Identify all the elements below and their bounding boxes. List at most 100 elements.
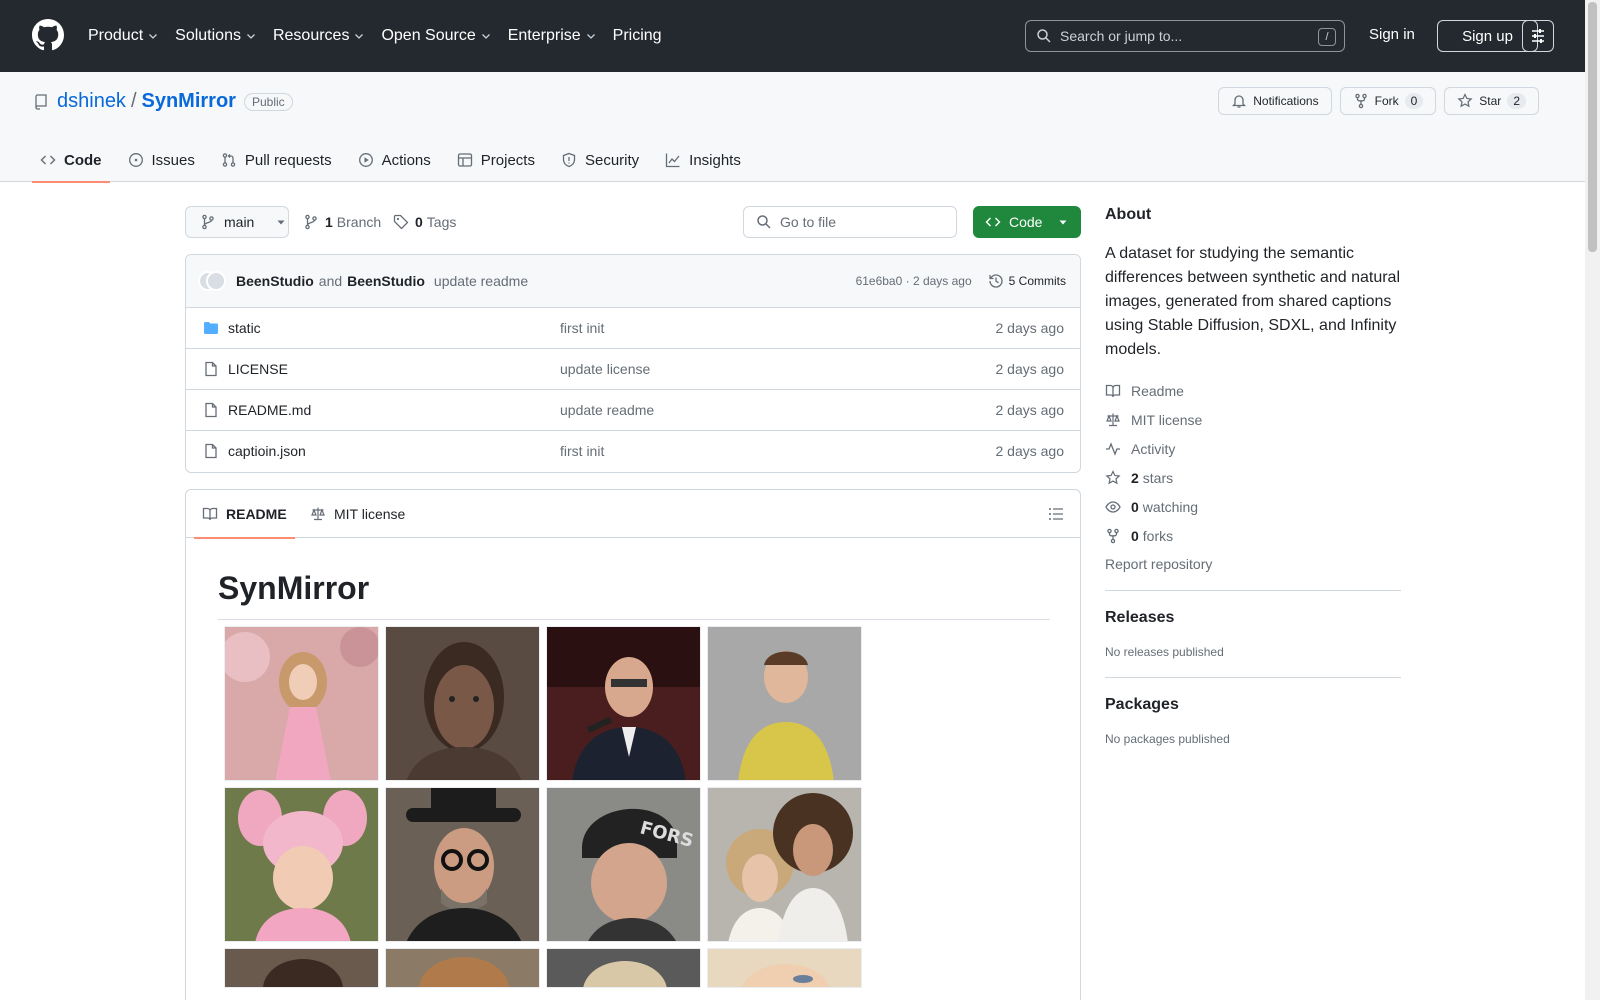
avatar[interactable] bbox=[206, 271, 226, 291]
file-icon bbox=[205, 443, 217, 459]
file-name-link[interactable]: README.md bbox=[228, 402, 311, 418]
commit-hash-time[interactable]: 61e6ba0 · 2 days ago bbox=[856, 274, 972, 288]
table-row[interactable]: LICENSE update license 2 days ago bbox=[186, 349, 1080, 390]
photo-man-microphone[interactable] bbox=[546, 626, 701, 781]
nav-solutions[interactable]: Solutions bbox=[175, 22, 257, 50]
history-icon bbox=[989, 274, 1003, 288]
scrollbar-thumb[interactable] bbox=[1588, 2, 1597, 252]
code-dropdown-button[interactable]: Code bbox=[973, 206, 1081, 238]
repo-name-link[interactable]: SynMirror bbox=[142, 90, 236, 113]
code-button-label: Code bbox=[1009, 214, 1043, 230]
branch-name: main bbox=[224, 214, 255, 230]
license-link[interactable]: MIT license bbox=[1105, 405, 1401, 434]
commits-history-link[interactable]: 5 Commits bbox=[988, 273, 1066, 289]
nav-open-source[interactable]: Open Source bbox=[381, 22, 491, 50]
tab-readme[interactable]: README bbox=[194, 490, 295, 539]
photo-man-hat-glasses[interactable] bbox=[385, 787, 540, 942]
file-name-link[interactable]: captioin.json bbox=[228, 443, 306, 459]
star-button[interactable]: Star 2 bbox=[1444, 87, 1539, 115]
tab-security[interactable]: Security bbox=[553, 138, 647, 182]
nav-product[interactable]: Product bbox=[88, 22, 159, 50]
page-scrollbar[interactable] bbox=[1585, 0, 1600, 1000]
nav-resources[interactable]: Resources bbox=[273, 22, 365, 50]
photo-partial-2[interactable] bbox=[385, 948, 540, 988]
nav-enterprise[interactable]: Enterprise bbox=[508, 22, 597, 50]
fork-icon bbox=[1354, 93, 1367, 109]
stars-label: stars bbox=[1142, 469, 1174, 486]
tab-pull-requests[interactable]: Pull requests bbox=[213, 138, 340, 182]
nav-pricing-label: Pricing bbox=[612, 27, 662, 44]
readme-panel: README MIT license SynMirror FORS bbox=[185, 489, 1081, 1000]
forks-label: forks bbox=[1142, 527, 1174, 544]
branches-link[interactable]: 1 Branch bbox=[303, 214, 381, 230]
github-logo-icon[interactable] bbox=[32, 19, 64, 51]
tab-code[interactable]: Code bbox=[32, 138, 110, 183]
search-icon bbox=[757, 215, 771, 229]
photo-partial-1[interactable] bbox=[224, 948, 379, 988]
readme-link[interactable]: Readme bbox=[1105, 376, 1401, 405]
photo-partial-3[interactable] bbox=[546, 948, 701, 988]
list-unordered-icon[interactable] bbox=[1048, 506, 1064, 522]
notifications-button[interactable]: Notifications bbox=[1218, 87, 1332, 115]
table-row[interactable]: README.md update readme 2 days ago bbox=[186, 390, 1080, 431]
top-nav: Product Solutions Resources Open Source … bbox=[88, 22, 678, 50]
go-to-file-input[interactable]: Go to file bbox=[743, 206, 957, 238]
folder-icon bbox=[204, 322, 218, 334]
file-commit-message[interactable]: first init bbox=[560, 320, 604, 336]
photo-boy-yellow-shirt[interactable] bbox=[707, 626, 862, 781]
forks-count: 0 bbox=[1131, 527, 1139, 544]
photo-girl-pink-dress[interactable] bbox=[224, 626, 379, 781]
repo-title: dshinek / SynMirror Public bbox=[33, 90, 293, 113]
fork-button[interactable]: Fork 0 bbox=[1339, 87, 1437, 115]
stars-link[interactable]: 2 stars bbox=[1105, 463, 1401, 492]
report-repository-link[interactable]: Report repository bbox=[1105, 556, 1401, 572]
file-date: 2 days ago bbox=[995, 361, 1065, 377]
settings-menu-button[interactable] bbox=[1522, 20, 1554, 52]
tab-actions-label: Actions bbox=[381, 151, 431, 169]
forks-link[interactable]: 0 forks bbox=[1105, 521, 1401, 550]
photo-partial-4[interactable] bbox=[707, 948, 862, 988]
readme-title: SynMirror bbox=[218, 570, 1050, 620]
tab-security-label: Security bbox=[584, 151, 640, 169]
tags-link[interactable]: 0 Tags bbox=[393, 214, 456, 230]
table-icon bbox=[457, 153, 472, 167]
file-icon bbox=[205, 402, 217, 418]
file-name-link[interactable]: LICENSE bbox=[228, 361, 288, 377]
watching-link[interactable]: 0 watching bbox=[1105, 492, 1401, 521]
nav-pricing[interactable]: Pricing bbox=[613, 22, 662, 50]
file-commit-message[interactable]: first init bbox=[560, 443, 604, 459]
file-name-link[interactable]: static bbox=[228, 320, 261, 336]
branches-label: Branch bbox=[336, 214, 382, 230]
commit-message-link[interactable]: update readme bbox=[434, 273, 528, 289]
activity-link[interactable]: Activity bbox=[1105, 434, 1401, 463]
sign-in-link[interactable]: Sign in bbox=[1369, 26, 1415, 43]
branch-selector-button[interactable]: main bbox=[185, 206, 289, 238]
tab-insights[interactable]: Insights bbox=[657, 138, 749, 182]
fork-count: 0 bbox=[1404, 93, 1424, 109]
tab-license[interactable]: MIT license bbox=[310, 490, 405, 538]
packages-heading[interactable]: Packages bbox=[1105, 696, 1401, 714]
commit-coauthor-link[interactable]: BeenStudio bbox=[347, 273, 425, 289]
search-placeholder: Search or jump to... bbox=[1060, 28, 1183, 44]
releases-heading[interactable]: Releases bbox=[1105, 609, 1401, 627]
commit-author-link[interactable]: BeenStudio bbox=[236, 273, 314, 289]
photo-woman-mud-face[interactable] bbox=[385, 626, 540, 781]
repo-actions: Notifications Fork 0 Star 2 bbox=[1210, 87, 1539, 115]
code-icon bbox=[40, 155, 56, 165]
tab-projects-label: Projects bbox=[480, 151, 535, 169]
book-icon bbox=[202, 507, 218, 521]
file-commit-message[interactable]: update license bbox=[560, 361, 650, 377]
pull-request-icon bbox=[222, 153, 236, 167]
tab-projects[interactable]: Projects bbox=[449, 138, 543, 182]
tab-issues[interactable]: Issues bbox=[120, 138, 203, 182]
table-row[interactable]: static first init 2 days ago bbox=[186, 308, 1080, 349]
photo-man-black-beanie[interactable]: FORS bbox=[546, 787, 701, 942]
table-row[interactable]: captioin.json first init 2 days ago bbox=[186, 431, 1080, 472]
repo-owner-link[interactable]: dshinek bbox=[57, 90, 126, 113]
file-icon bbox=[205, 361, 217, 377]
file-commit-message[interactable]: update readme bbox=[560, 402, 654, 418]
photo-couple-curly-hair[interactable] bbox=[707, 787, 862, 942]
tab-actions[interactable]: Actions bbox=[350, 138, 439, 182]
photo-girl-pink-hat[interactable] bbox=[224, 787, 379, 942]
global-search-input[interactable]: Search or jump to... / bbox=[1025, 20, 1345, 52]
